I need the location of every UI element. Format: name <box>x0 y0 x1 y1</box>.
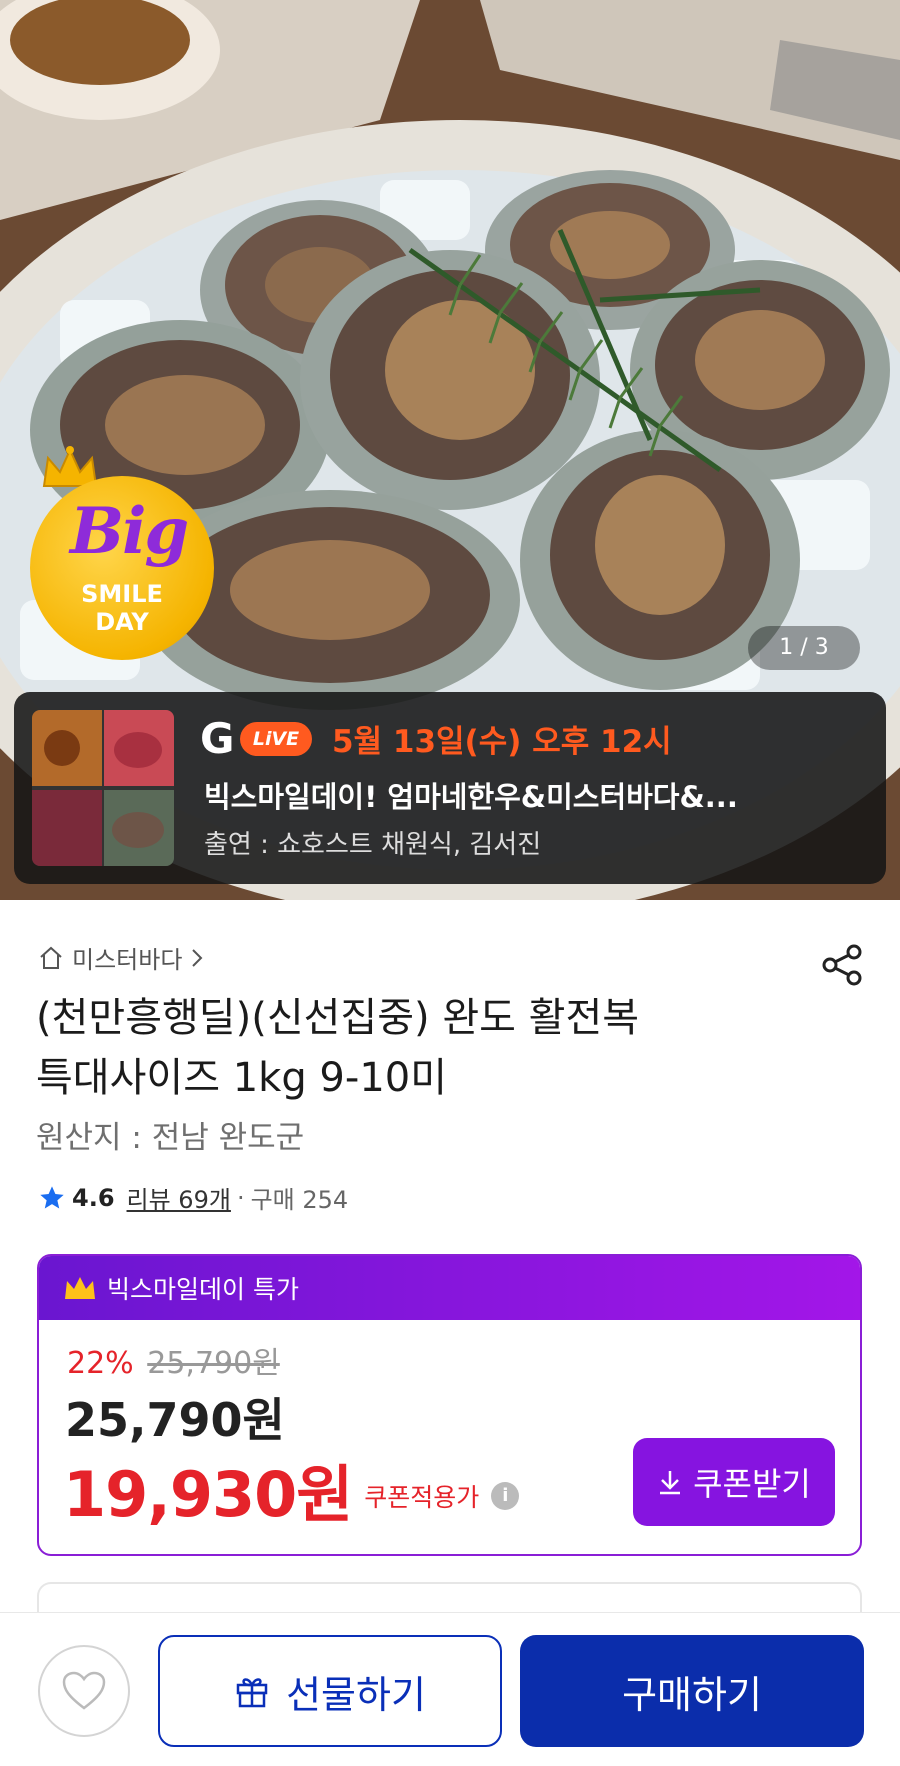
live-schedule: 5월 13일(수) 오후 12시 <box>332 724 672 760</box>
glive-g-logo: G <box>200 714 235 763</box>
live-badge: LiVE <box>240 722 312 756</box>
wishlist-button[interactable] <box>38 1645 130 1737</box>
sale-price: 25,790원 <box>65 1393 285 1447</box>
rating-row: 4.6 리뷰 69개 · 구매 254 <box>38 1180 348 1215</box>
product-image-carousel[interactable]: Big SMILE DAY 1 / 3 G LiVE 5월 13일(수) 오후 … <box>0 0 900 900</box>
gift-label: 선물하기 <box>286 1674 426 1717</box>
gift-icon <box>236 1678 268 1708</box>
get-coupon-button[interactable]: 쿠폰받기 <box>633 1438 835 1526</box>
home-icon <box>40 946 62 969</box>
product-title: (천만흥행딜)(신선집중) 완도 활전복 특대사이즈 1kg 9-10미 <box>36 995 640 1101</box>
shop-name: 미스터바다 <box>72 946 183 974</box>
rating-score: 4.6 <box>72 1183 115 1212</box>
badge-smile-day-text: SMILE DAY <box>81 580 163 636</box>
purchase-count: 구매 254 <box>250 1186 349 1214</box>
share-icon[interactable] <box>820 942 866 988</box>
review-link[interactable]: 리뷰 69개 <box>127 1180 231 1215</box>
discount-percent: 22% <box>67 1346 134 1381</box>
price-box-title: 빅스마일데이 특가 <box>107 1275 299 1304</box>
get-coupon-label: 쿠폰받기 <box>693 1466 811 1502</box>
price-box: 빅스마일데이 특가 22% 25,790원 25,790원 19,930원 쿠폰… <box>37 1254 862 1556</box>
live-cast: 출연 : 쇼호스트 채원식, 김서진 <box>204 830 542 860</box>
separator-dot: · <box>236 1183 245 1212</box>
coupon-price-label: 쿠폰적용가 <box>364 1483 480 1512</box>
download-icon <box>660 1471 681 1495</box>
glive-thumbnail <box>32 710 174 866</box>
carousel-page-indicator: 1 / 3 <box>748 626 860 670</box>
big-smile-day-badge: Big SMILE DAY <box>30 476 214 660</box>
origin-text: 원산지 : 전남 완도군 <box>36 1120 305 1156</box>
chevron-right-icon <box>192 948 203 967</box>
heart-icon <box>62 1671 106 1710</box>
star-icon <box>40 1185 64 1208</box>
badge-big-text: Big <box>70 494 189 569</box>
info-icon[interactable]: i <box>491 1482 520 1510</box>
crown-icon <box>65 1277 95 1299</box>
discount-row: 22% 25,790원 <box>67 1338 280 1382</box>
gift-button[interactable]: 선물하기 <box>158 1635 502 1747</box>
buy-label: 구매하기 <box>622 1674 762 1717</box>
buy-button[interactable]: 구매하기 <box>520 1635 864 1747</box>
shop-link[interactable]: 미스터바다 <box>38 940 204 975</box>
glive-banner[interactable]: G LiVE 5월 13일(수) 오후 12시 빅스마일데이! 엄마네한우&미스… <box>14 692 886 884</box>
price-box-header: 빅스마일데이 특가 <box>39 1256 860 1320</box>
live-title: 빅스마일데이! 엄마네한우&미스터바다&... <box>204 780 738 814</box>
original-price: 25,790원 <box>147 1346 280 1381</box>
coupon-price: 19,930원 <box>63 1458 353 1531</box>
bottom-action-bar: 선물하기 구매하기 <box>0 1612 900 1766</box>
coupon-price-row: 19,930원 쿠폰적용가 i <box>63 1444 520 1534</box>
